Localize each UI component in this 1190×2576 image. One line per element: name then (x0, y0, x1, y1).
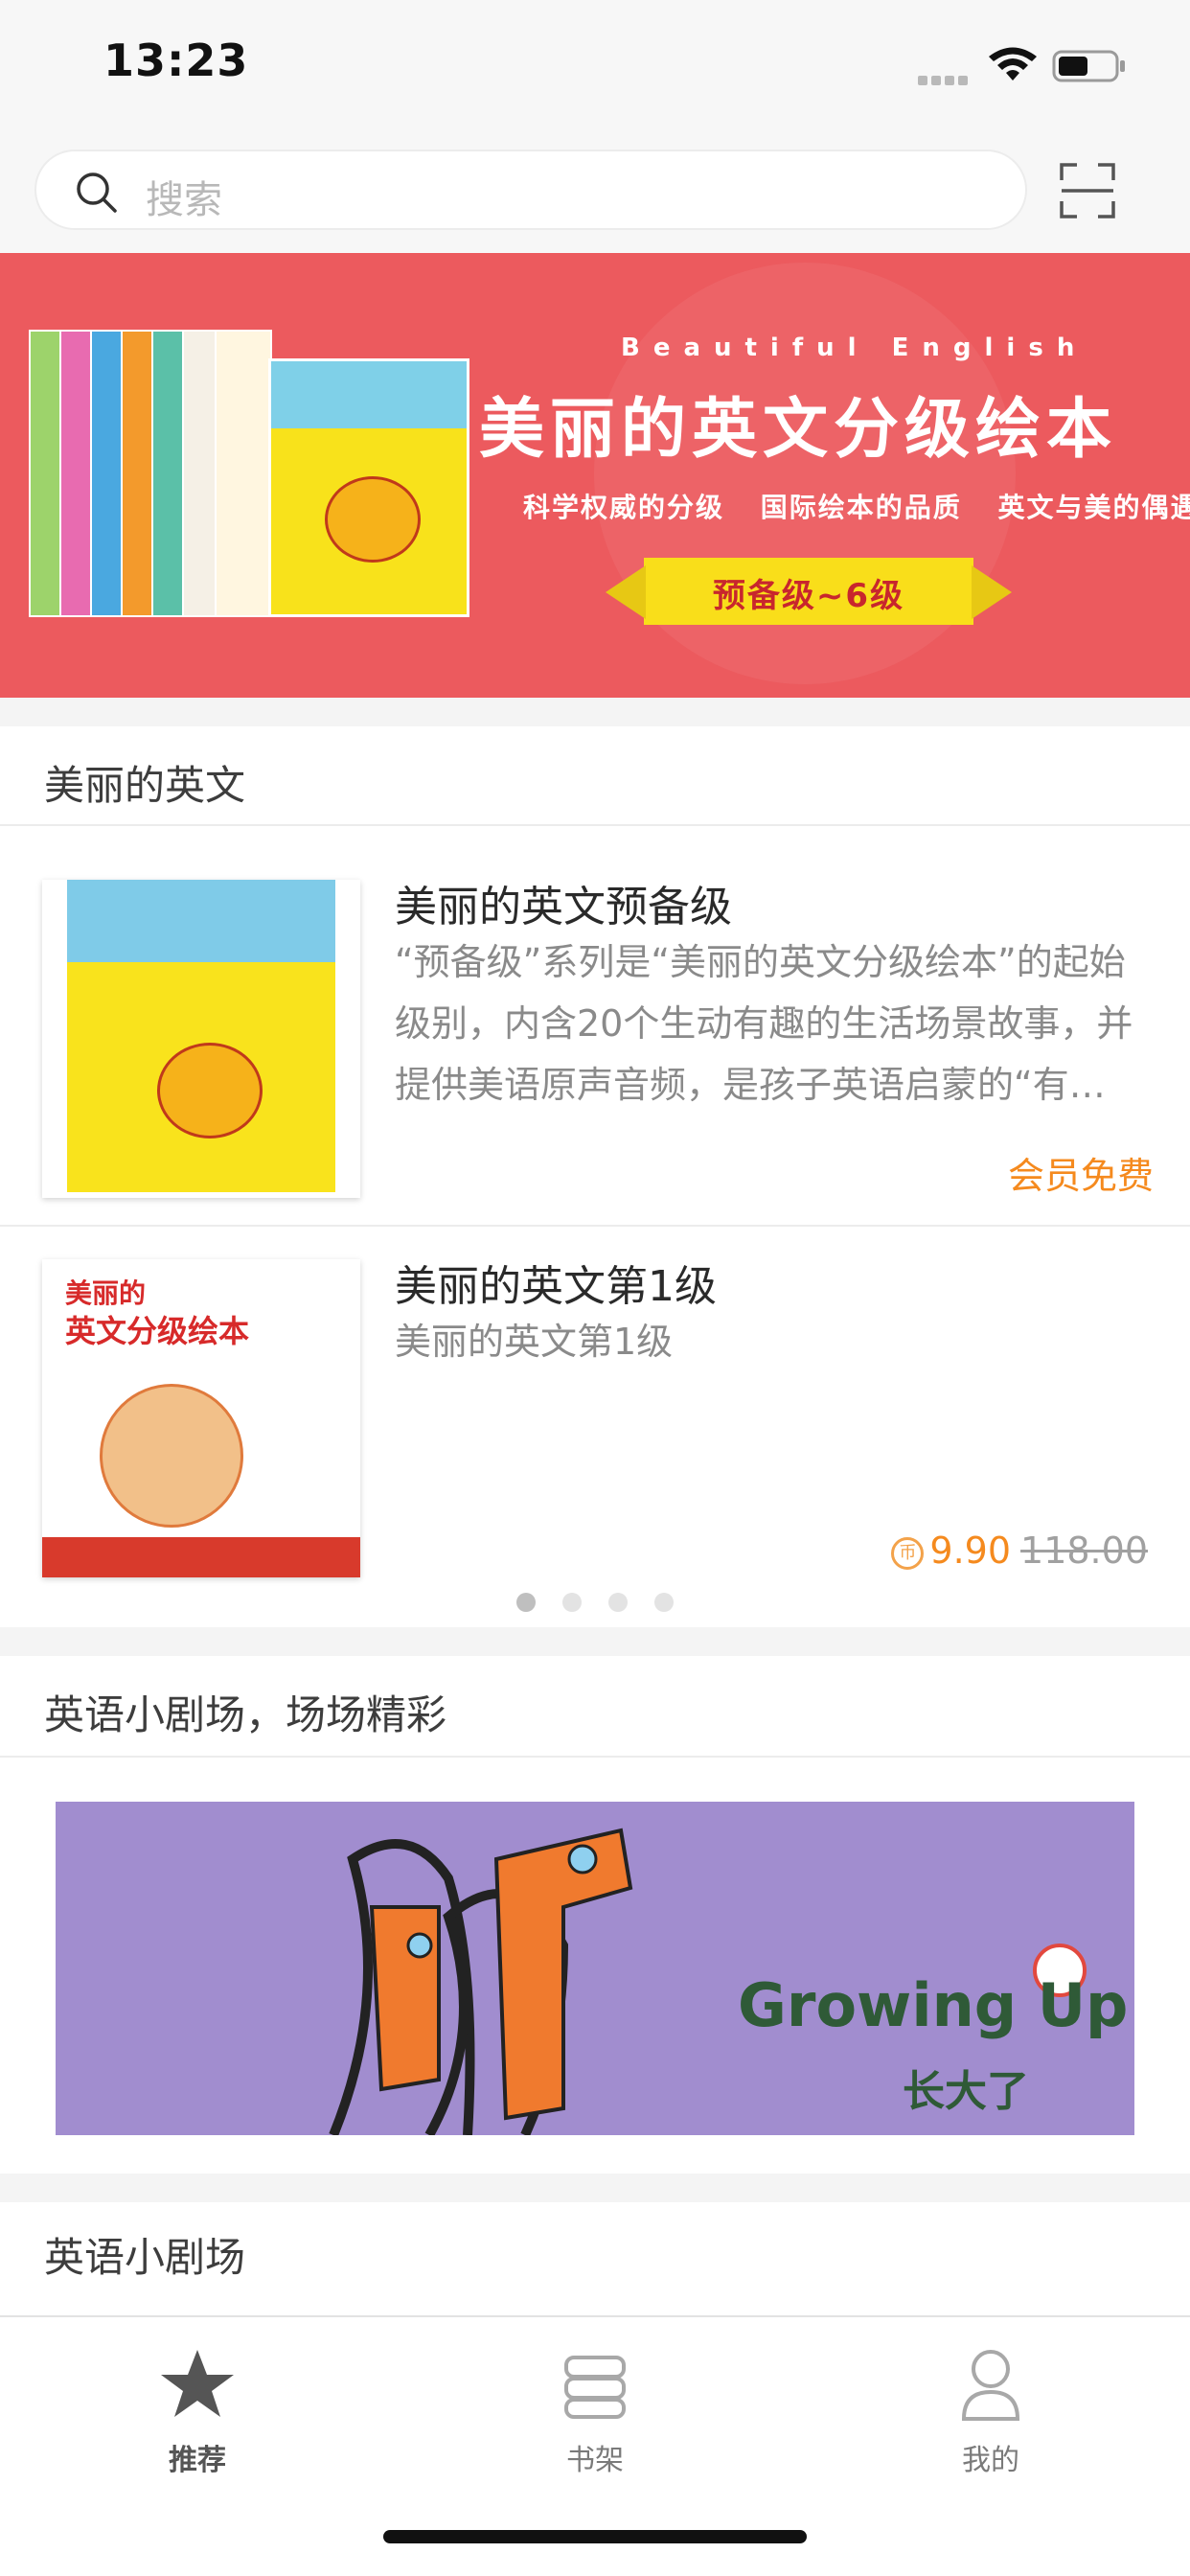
status-bar: 13:23 (0, 0, 1190, 134)
book-cover-image: 美丽的 英文分级绘本 (42, 1259, 360, 1577)
divider (0, 824, 1190, 826)
section-title: 英语小剧场，场场精彩 (44, 1691, 447, 1738)
user-icon (961, 2350, 1020, 2421)
tab-label: 推荐 (169, 2444, 226, 2477)
banner-taglines: 科学权威的分级 国际绘本的品质 英文与美的偶遇 (523, 487, 1190, 525)
status-time: 13:23 (103, 34, 249, 86)
banner-tagline: 英文与美的偶遇 (997, 492, 1190, 523)
banner-book-set-image (29, 330, 469, 646)
search-icon (77, 172, 117, 213)
theater-caption: Growing Up (738, 1970, 1129, 2040)
book-description: “预备级”系列是“美丽的英文分级绘本”的起始级别，内含20个生动有趣的生活场景故… (395, 941, 1133, 1106)
search-bar-row: 搜索 (0, 134, 1190, 253)
section-theater-2: 英语小剧场 (0, 2202, 1190, 2315)
section-beautiful-english: 美丽的英文 美丽的英文预备级 “预备级”系列是“美丽的英文分级绘本”的起始级别，… (0, 726, 1190, 1627)
coin-icon: 币 (891, 1536, 925, 1570)
pagination-dot[interactable] (562, 1593, 582, 1612)
theater-caption-cn: 长大了 (903, 2067, 1029, 2116)
home-indicator (383, 2530, 807, 2543)
banner-ribbon-label: 预备级~6级 (712, 577, 905, 615)
book-description: 美丽的英文第1级 (395, 1321, 674, 1363)
search-input[interactable]: 搜索 (34, 150, 1027, 230)
tab-label: 书架 (566, 2444, 624, 2477)
scan-icon[interactable] (1060, 163, 1115, 218)
member-free-badge: 会员免费 (1007, 1155, 1154, 1197)
tab-bookshelf[interactable]: 书架 (499, 2346, 691, 2490)
price: 币 9.90 118.00 (891, 1530, 1148, 1572)
section-title: 英语小剧场 (44, 2234, 246, 2281)
wifi-icon (989, 47, 1037, 80)
battery-icon (1052, 50, 1125, 82)
promo-banner[interactable]: Beautiful English 美丽的英文分级绘本 科学权威的分级 国际绘本… (0, 253, 1190, 698)
pagination-dot-active[interactable] (516, 1593, 536, 1612)
search-placeholder: 搜索 (146, 178, 222, 222)
tab-label: 我的 (962, 2444, 1019, 2477)
pagination-dots (0, 1593, 1190, 1616)
banner-tagline: 科学权威的分级 (523, 492, 725, 523)
divider (0, 1756, 1190, 1758)
cellular-signal-icon (918, 71, 975, 85)
tab-recommend[interactable]: 推荐 (102, 2346, 293, 2490)
bookshelf-icon (564, 2356, 626, 2419)
section-title: 美丽的英文 (44, 762, 246, 809)
banner-title: 美丽的英文分级绘本 (479, 392, 1118, 468)
banner-kicker: Beautiful English (621, 334, 1088, 362)
book-title: 美丽的英文第1级 (395, 1262, 717, 1311)
tab-mine[interactable]: 我的 (895, 2346, 1087, 2490)
pagination-dot[interactable] (608, 1593, 628, 1612)
pagination-dot[interactable] (654, 1593, 674, 1612)
star-icon (161, 2350, 234, 2417)
book-title: 美丽的英文预备级 (395, 883, 732, 932)
theater-video-thumbnail[interactable]: Growing Up 长大了 (56, 1802, 1134, 2135)
letter-f-illustration (329, 1828, 633, 2135)
divider (0, 1225, 1190, 1227)
original-price: 118.00 (1020, 1530, 1148, 1572)
current-price: 9.90 (929, 1530, 1012, 1572)
banner-tagline: 国际绘本的品质 (760, 492, 962, 523)
banner-ribbon: 预备级~6级 (606, 558, 1012, 625)
book-cover-image (42, 880, 360, 1198)
